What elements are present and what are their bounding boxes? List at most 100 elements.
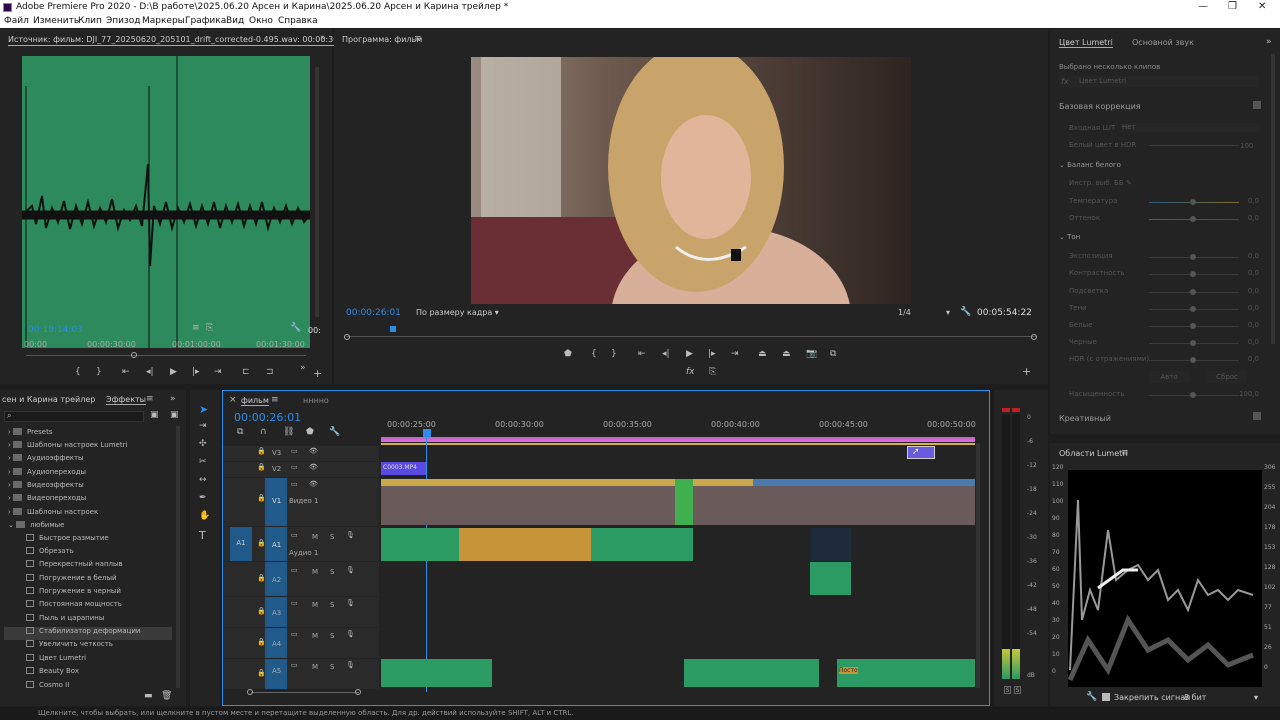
lock-icon[interactable]: 🔒 xyxy=(257,539,266,547)
effect-item[interactable]: Быстрое размытие xyxy=(26,534,109,547)
sync-lock-icon[interactable]: ▭ xyxy=(291,531,298,539)
slider-value[interactable]: 100,0 xyxy=(1239,390,1259,398)
solo-button[interactable]: S xyxy=(330,663,334,671)
basic-correction-header[interactable]: Базовая коррекция xyxy=(1059,102,1141,111)
effect-item[interactable]: Постоянная мощность xyxy=(26,600,122,613)
microphone-icon[interactable]: 🎙 xyxy=(346,599,355,607)
effects-search-input[interactable]: ⌕ xyxy=(4,411,144,422)
lock-icon[interactable]: 🔒 xyxy=(257,574,266,582)
timeline-zoom-bar[interactable] xyxy=(251,692,359,693)
wb-picker[interactable]: Инстр. выб. ББ ✎ xyxy=(1069,179,1132,187)
creative-checkbox[interactable] xyxy=(1253,412,1261,420)
slider-blacks[interactable]: Черные 0,0 xyxy=(1069,338,1259,348)
slider-value[interactable]: 0,0 xyxy=(1248,197,1259,205)
settings-wrench-icon[interactable]: 🔧 xyxy=(329,427,340,437)
sequence-tab[interactable]: фильм xyxy=(241,396,269,406)
effect-item[interactable]: Beauty Box xyxy=(26,667,79,680)
list-icon[interactable]: ≡ xyxy=(192,323,200,333)
mark-out-icon[interactable]: } xyxy=(611,349,617,359)
new-folder-icon[interactable]: ▬ xyxy=(144,691,153,701)
sync-lock-icon[interactable]: ▭ xyxy=(291,630,298,638)
v1-clip[interactable]: C0043.MP4 xyxy=(501,479,528,525)
menu-markers[interactable]: Маркеры xyxy=(142,16,185,26)
mark-in-icon[interactable]: { xyxy=(591,349,597,359)
hand-tool-icon[interactable]: ✋ xyxy=(199,511,210,521)
menu-edit[interactable]: Изменить xyxy=(33,16,79,26)
effects-scrollbar[interactable] xyxy=(176,426,180,688)
slider-knob[interactable] xyxy=(1190,254,1196,260)
effect-item[interactable]: Перекрестный наплыв xyxy=(26,560,123,573)
a5-clip[interactable] xyxy=(381,659,492,687)
step-forward-icon[interactable]: |▸ xyxy=(192,367,200,377)
lock-icon[interactable]: 🔒 xyxy=(257,607,266,615)
reset-button[interactable]: Сброс xyxy=(1207,371,1247,383)
work-area-bar[interactable] xyxy=(381,437,975,442)
basic-correction-checkbox[interactable] xyxy=(1253,101,1261,109)
panel-menu-icon[interactable]: ≡ xyxy=(146,394,154,404)
slider-temperature[interactable]: Температура 0,0 xyxy=(1069,197,1259,207)
slider-knob[interactable] xyxy=(1190,357,1196,363)
timeline-playhead-handle[interactable] xyxy=(423,429,431,437)
lock-icon[interactable]: 🔒 xyxy=(257,669,266,677)
eye-icon[interactable]: 👁 xyxy=(309,480,318,488)
a5-clip[interactable]: Посто xyxy=(837,659,975,687)
add-button-icon[interactable]: + xyxy=(313,367,322,380)
a1-clip[interactable] xyxy=(381,528,459,561)
microphone-icon[interactable]: 🎙 xyxy=(346,661,355,669)
slider-contrast[interactable]: Контрастность 0,0 xyxy=(1069,269,1259,279)
slider-hdr-specular[interactable]: HDR (с отражениями) 0,0 xyxy=(1069,355,1259,365)
slider-exposure[interactable]: Экспозиция 0,0 xyxy=(1069,252,1259,262)
accelerated-icon[interactable]: ▣ xyxy=(150,410,159,420)
add-marker-icon[interactable]: ⬟ xyxy=(306,427,314,437)
solo-right-button[interactable]: S xyxy=(1014,686,1021,694)
camera-icon[interactable]: 📷 xyxy=(806,349,817,359)
slider-knob[interactable] xyxy=(1190,392,1196,398)
microphone-icon[interactable]: 🎙 xyxy=(346,630,355,638)
tone-header[interactable]: ⌄ Тон xyxy=(1059,233,1080,241)
go-to-out-icon[interactable]: ⇥ xyxy=(731,349,739,359)
program-timecode[interactable]: 00:00:26:01 xyxy=(346,308,401,318)
program-video-frame[interactable] xyxy=(471,57,911,304)
hdr-white-value[interactable]: 100 xyxy=(1240,142,1253,150)
a1-clip[interactable] xyxy=(591,528,693,561)
scopes-tab[interactable]: Области Lumetri xyxy=(1059,449,1128,458)
solo-button[interactable]: S xyxy=(330,568,334,576)
v1-clip[interactable]: C0065 xyxy=(813,479,875,525)
v1-clip[interactable]: C011 xyxy=(933,479,975,525)
slider-shadows[interactable]: Тени 0,0 xyxy=(1069,304,1259,314)
menu-file[interactable]: Файл xyxy=(4,16,29,26)
mute-button[interactable]: M xyxy=(312,533,318,541)
trash-icon[interactable]: 🗑 xyxy=(161,691,172,701)
effect-item[interactable]: Пыль и царапины xyxy=(26,614,104,627)
slider-whites[interactable]: Белые 0,0 xyxy=(1069,321,1259,331)
step-forward-icon[interactable]: |▸ xyxy=(708,349,716,359)
mark-out-icon[interactable]: } xyxy=(96,367,102,377)
mute-button[interactable]: M xyxy=(312,632,318,640)
wrench-icon[interactable]: 🔧 xyxy=(290,323,301,333)
zoom-handle-right[interactable] xyxy=(1031,334,1037,340)
zoom-handle-left[interactable] xyxy=(247,689,253,695)
ripple-edit-tool-icon[interactable]: ✣ xyxy=(199,439,207,449)
sequence-tab-2[interactable]: нннно xyxy=(303,396,329,405)
linked-selection-icon[interactable]: ⛓ xyxy=(283,427,294,437)
export-frame-icon[interactable]: ⎘ xyxy=(206,323,213,333)
mute-button[interactable]: M xyxy=(312,663,318,671)
folder-favorites[interactable]: ⌄ любимые xyxy=(8,521,64,534)
minimize-icon[interactable]: — xyxy=(1198,1,1208,12)
source-scrub-bar[interactable] xyxy=(26,355,306,356)
v1-clip[interactable]: C0043.MP4 xyxy=(528,479,590,525)
effect-item[interactable]: Cosmo II xyxy=(26,681,69,694)
bit-depth-dropdown[interactable]: 8 бит ▾ xyxy=(1184,693,1258,702)
lut-dropdown[interactable]: Нет xyxy=(1120,123,1260,132)
wrench-icon[interactable]: 🔧 xyxy=(1086,692,1097,702)
slider-value[interactable]: 0,0 xyxy=(1248,321,1259,329)
timeline-playhead-line[interactable] xyxy=(426,437,427,692)
solo-left-button[interactable]: S xyxy=(1004,686,1011,694)
lock-icon[interactable]: 🔒 xyxy=(257,447,266,455)
go-to-in-icon[interactable]: ⇤ xyxy=(122,367,130,377)
maximize-icon[interactable]: ❐ xyxy=(1228,1,1237,12)
menu-sequence[interactable]: Эпизод xyxy=(106,16,141,26)
close-icon[interactable]: ✕ xyxy=(1258,1,1266,12)
v1-clip[interactable]: C0043 xyxy=(415,479,460,525)
slider-knob[interactable] xyxy=(1190,306,1196,312)
